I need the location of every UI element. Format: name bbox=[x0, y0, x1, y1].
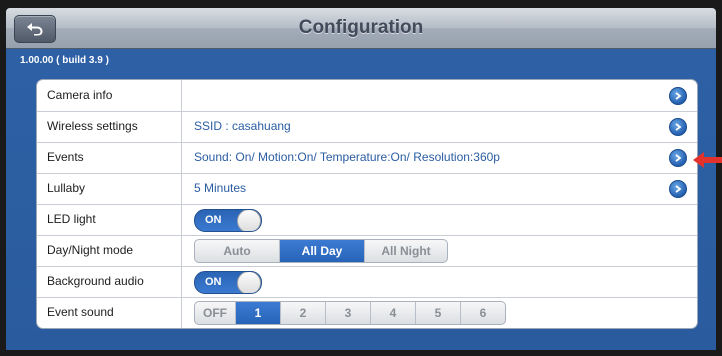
row-lullaby[interactable]: Lullaby 5 Minutes bbox=[37, 173, 697, 205]
chevron-right-icon[interactable] bbox=[669, 180, 687, 198]
row-wireless-settings[interactable]: Wireless settings SSID : casahuang bbox=[37, 111, 697, 143]
segment-all-day[interactable]: All Day bbox=[280, 240, 365, 262]
column-divider bbox=[181, 266, 182, 297]
row-label: Background audio bbox=[47, 274, 144, 288]
row-label: Camera info bbox=[47, 88, 113, 102]
day-night-segmented-control: Auto All Day All Night bbox=[194, 239, 448, 263]
segment-off[interactable]: OFF bbox=[195, 302, 236, 324]
toggle-knob bbox=[237, 272, 261, 293]
page-title: Configuration bbox=[298, 17, 424, 38]
toggle-state: ON bbox=[205, 214, 222, 226]
segment-3[interactable]: 3 bbox=[326, 302, 371, 324]
row-value: 5 Minutes bbox=[194, 181, 247, 195]
row-label: Events bbox=[47, 150, 84, 164]
chevron-right-icon[interactable] bbox=[669, 149, 687, 167]
row-label: Wireless settings bbox=[47, 119, 138, 133]
column-divider bbox=[181, 142, 182, 173]
row-led-light: LED light ON bbox=[37, 204, 697, 236]
chevron-right-icon[interactable] bbox=[669, 87, 687, 105]
row-label: Lullaby bbox=[47, 181, 86, 195]
column-divider bbox=[181, 204, 182, 235]
row-label: LED light bbox=[47, 212, 96, 226]
segment-2[interactable]: 2 bbox=[281, 302, 326, 324]
segment-1[interactable]: 1 bbox=[236, 302, 281, 324]
toggle-state: ON bbox=[205, 276, 222, 288]
segment-all-night[interactable]: All Night bbox=[365, 240, 447, 262]
row-value: Sound: On/ Motion:On/ Temperature:On/ Re… bbox=[194, 150, 500, 164]
app-frame: Configuration 1.00.00 ( build 3.9 ) Came… bbox=[0, 0, 722, 356]
row-events[interactable]: Events Sound: On/ Motion:On/ Temperature… bbox=[37, 142, 697, 174]
chevron-right-icon[interactable] bbox=[669, 118, 687, 136]
led-light-toggle[interactable]: ON bbox=[194, 209, 262, 232]
segment-4[interactable]: 4 bbox=[371, 302, 416, 324]
back-arrow-icon bbox=[27, 23, 43, 36]
row-event-sound: Event sound OFF 1 2 3 4 5 6 bbox=[37, 297, 697, 328]
annotation-arrow-icon bbox=[693, 152, 722, 168]
background-audio-toggle[interactable]: ON bbox=[194, 271, 262, 294]
row-label: Day/Night mode bbox=[47, 243, 134, 257]
row-value: SSID : casahuang bbox=[194, 119, 291, 133]
row-label: Event sound bbox=[47, 305, 114, 319]
toggle-knob bbox=[237, 210, 261, 231]
column-divider bbox=[181, 80, 182, 111]
segment-auto[interactable]: Auto bbox=[195, 240, 280, 262]
back-button[interactable] bbox=[14, 15, 56, 43]
column-divider bbox=[181, 297, 182, 328]
version-label: 1.00.00 ( build 3.9 ) bbox=[20, 55, 109, 66]
column-divider bbox=[181, 235, 182, 266]
row-camera-info[interactable]: Camera info bbox=[37, 80, 697, 112]
column-divider bbox=[181, 173, 182, 204]
segment-5[interactable]: 5 bbox=[416, 302, 461, 324]
column-divider bbox=[181, 111, 182, 142]
settings-panel: 1.00.00 ( build 3.9 ) Camera info Wirele… bbox=[6, 49, 716, 350]
segment-6[interactable]: 6 bbox=[461, 302, 505, 324]
settings-table: Camera info Wireless settings SSID : cas… bbox=[36, 79, 698, 329]
row-day-night-mode: Day/Night mode Auto All Day All Night bbox=[37, 235, 697, 267]
event-sound-segmented-control: OFF 1 2 3 4 5 6 bbox=[194, 301, 506, 325]
row-background-audio: Background audio ON bbox=[37, 266, 697, 298]
title-bar: Configuration bbox=[6, 8, 716, 49]
